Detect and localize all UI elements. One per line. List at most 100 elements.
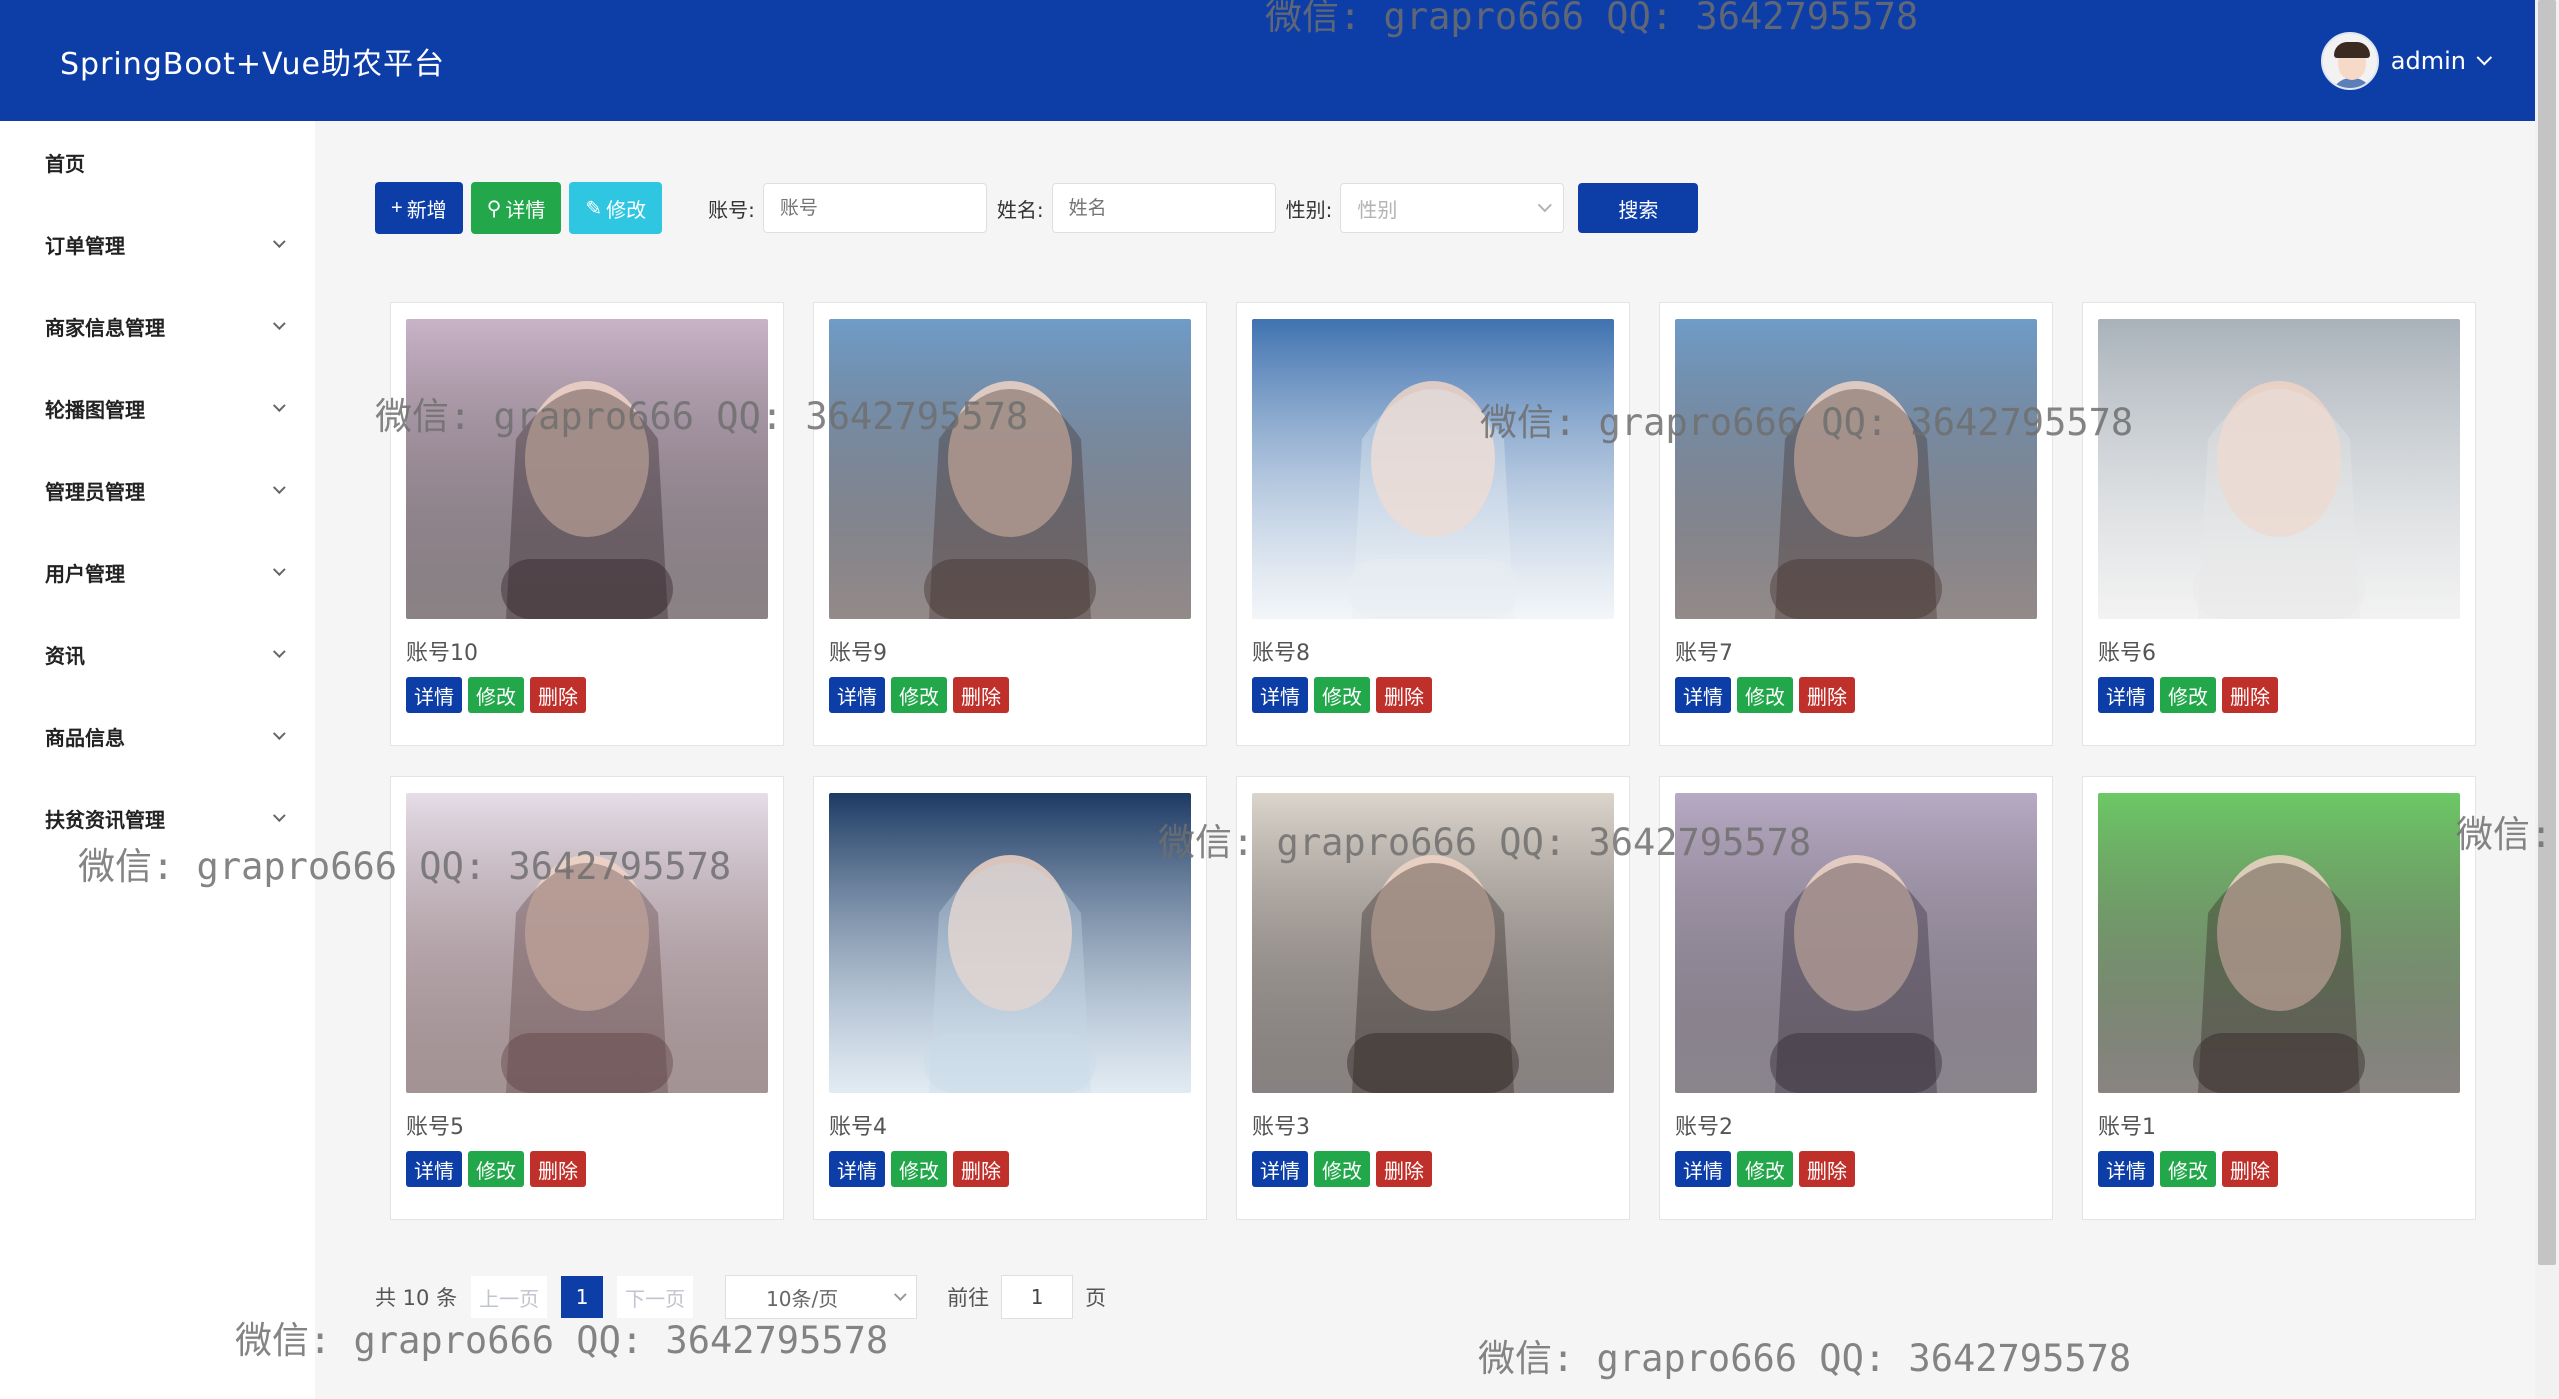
card-delete-button[interactable]: 删除 [1799,1151,1855,1187]
card-edit-button[interactable]: 修改 [891,1151,947,1187]
sidebar-item-home[interactable]: 首页 [0,121,315,203]
card-edit-button[interactable]: 修改 [891,677,947,713]
card-delete-button[interactable]: 删除 [2222,1151,2278,1187]
page-number-current[interactable]: 1 [561,1276,604,1318]
sidebar-item-label: 首页 [45,151,85,176]
search-button[interactable]: 搜索 [1578,183,1699,233]
card-edit-button[interactable]: 修改 [2160,1151,2216,1187]
card-edit-button[interactable]: 修改 [468,1151,524,1187]
sidebar-item-carousel[interactable]: 轮播图管理 [0,367,315,449]
edit-button-label: 修改 [606,199,647,222]
add-button[interactable]: + 新增 [375,182,463,234]
chevron-down-icon [894,1287,907,1301]
card-edit-button[interactable]: 修改 [1314,1151,1370,1187]
account-input[interactable] [762,183,987,233]
card-actions: 详情 修改 删除 [2098,1151,2460,1187]
card-delete-button[interactable]: 删除 [953,677,1009,713]
card: 账号4 详情 修改 删除 [813,776,1207,1220]
avatar[interactable] [2320,31,2379,90]
card-photo [406,319,768,619]
card-title: 账号4 [829,1115,887,1140]
card-photo [829,793,1191,1093]
card-detail-button[interactable]: 详情 [829,677,885,713]
top-header: SpringBoot+Vue助农平台 admin [0,0,2535,121]
card-title: 账号1 [2098,1115,2156,1140]
card-delete-button[interactable]: 删除 [953,1151,1009,1187]
next-page-button[interactable]: 下一页 [617,1276,694,1318]
card-photo [1675,793,2037,1093]
card-title: 账号9 [829,641,887,666]
sidebar-item-poverty-news[interactable]: 扶贫资讯管理 [0,777,315,859]
chevron-down-icon [272,808,286,822]
card-title: 账号5 [406,1115,464,1140]
sidebar-item-label: 轮播图管理 [45,397,145,422]
card-actions: 详情 修改 删除 [2098,677,2460,713]
sidebar-item-label: 用户管理 [45,561,125,586]
chevron-down-icon [272,644,286,658]
add-button-label: 新增 [406,199,447,222]
sidebar-item-merchants[interactable]: 商家信息管理 [0,285,315,367]
card: 账号7 详情 修改 删除 [1659,302,2053,746]
sidebar-item-label: 商家信息管理 [45,315,165,340]
card-actions: 详情 修改 删除 [1675,1151,2037,1187]
name-input[interactable] [1051,183,1276,233]
card-delete-button[interactable]: 删除 [2222,677,2278,713]
sidebar-item-users[interactable]: 用户管理 [0,531,315,613]
card-delete-button[interactable]: 删除 [1376,1151,1432,1187]
card-detail-button[interactable]: 详情 [1252,1151,1308,1187]
detail-button[interactable]: ⚲ 详情 [470,182,562,234]
card-detail-button[interactable]: 详情 [1675,1151,1731,1187]
chevron-down-icon [272,726,286,740]
goto-page-input[interactable]: 1 [1001,1275,1074,1319]
card-detail-button[interactable]: 详情 [2098,1151,2154,1187]
chevron-down-icon [272,562,286,576]
username-label: admin [2390,46,2466,75]
sidebar-item-label: 资讯 [45,643,85,668]
page-size-select[interactable]: 10条/页 [725,1275,918,1319]
card-detail-button[interactable]: 详情 [406,1151,462,1187]
card-actions: 详情 修改 删除 [829,677,1191,713]
app-title: SpringBoot+Vue助农平台 [60,46,445,82]
card-detail-button[interactable]: 详情 [406,677,462,713]
name-label: 姓名: [996,197,1044,222]
card-detail-button[interactable]: 详情 [1675,677,1731,713]
toolbar: +新增 ⚲详情 ✎修改 账号: 姓名: 性别: 性别 搜索 [375,181,1706,235]
card: 账号3 详情 修改 删除 [1236,776,1630,1220]
scrollbar-thumb[interactable] [2538,0,2556,1265]
page-scrollbar[interactable] [2535,0,2559,1399]
sidebar: 首页 订单管理 商家信息管理 轮播图管理 管理员管理 用户管理 资讯 商品信息 … [0,121,315,1399]
card-photo [406,793,768,1093]
card-detail-button[interactable]: 详情 [1252,677,1308,713]
edit-button[interactable]: ✎ 修改 [569,182,663,234]
total-count: 共 10 条 [375,1286,458,1310]
sidebar-item-products[interactable]: 商品信息 [0,695,315,777]
card-detail-button[interactable]: 详情 [2098,677,2154,713]
card-photo [1252,319,1614,619]
card-title: 账号6 [2098,641,2156,666]
card-edit-button[interactable]: 修改 [2160,677,2216,713]
prev-page-button[interactable]: 上一页 [471,1276,548,1318]
page-size-value: 10条/页 [766,1286,839,1311]
card-title: 账号10 [406,641,478,666]
chevron-down-icon [1538,198,1553,213]
card-edit-button[interactable]: 修改 [1737,677,1793,713]
user-menu[interactable]: admin [2320,31,2493,90]
card-photo [829,319,1191,619]
sidebar-item-news[interactable]: 资讯 [0,613,315,695]
card: 账号6 详情 修改 删除 [2082,302,2476,746]
card-delete-button[interactable]: 删除 [530,677,586,713]
sidebar-item-orders[interactable]: 订单管理 [0,203,315,285]
card-edit-button[interactable]: 修改 [1737,1151,1793,1187]
sidebar-item-admins[interactable]: 管理员管理 [0,449,315,531]
card-detail-button[interactable]: 详情 [829,1151,885,1187]
card-delete-button[interactable]: 删除 [1799,677,1855,713]
card-delete-button[interactable]: 删除 [530,1151,586,1187]
card-delete-button[interactable]: 删除 [1376,677,1432,713]
card-edit-button[interactable]: 修改 [1314,677,1370,713]
card-actions: 详情 修改 删除 [406,677,768,713]
chevron-down-icon [272,398,286,412]
card: 账号2 详情 修改 删除 [1659,776,2053,1220]
card-edit-button[interactable]: 修改 [468,677,524,713]
gender-select[interactable]: 性别 [1340,183,1565,233]
gender-label: 性别: [1285,197,1333,222]
